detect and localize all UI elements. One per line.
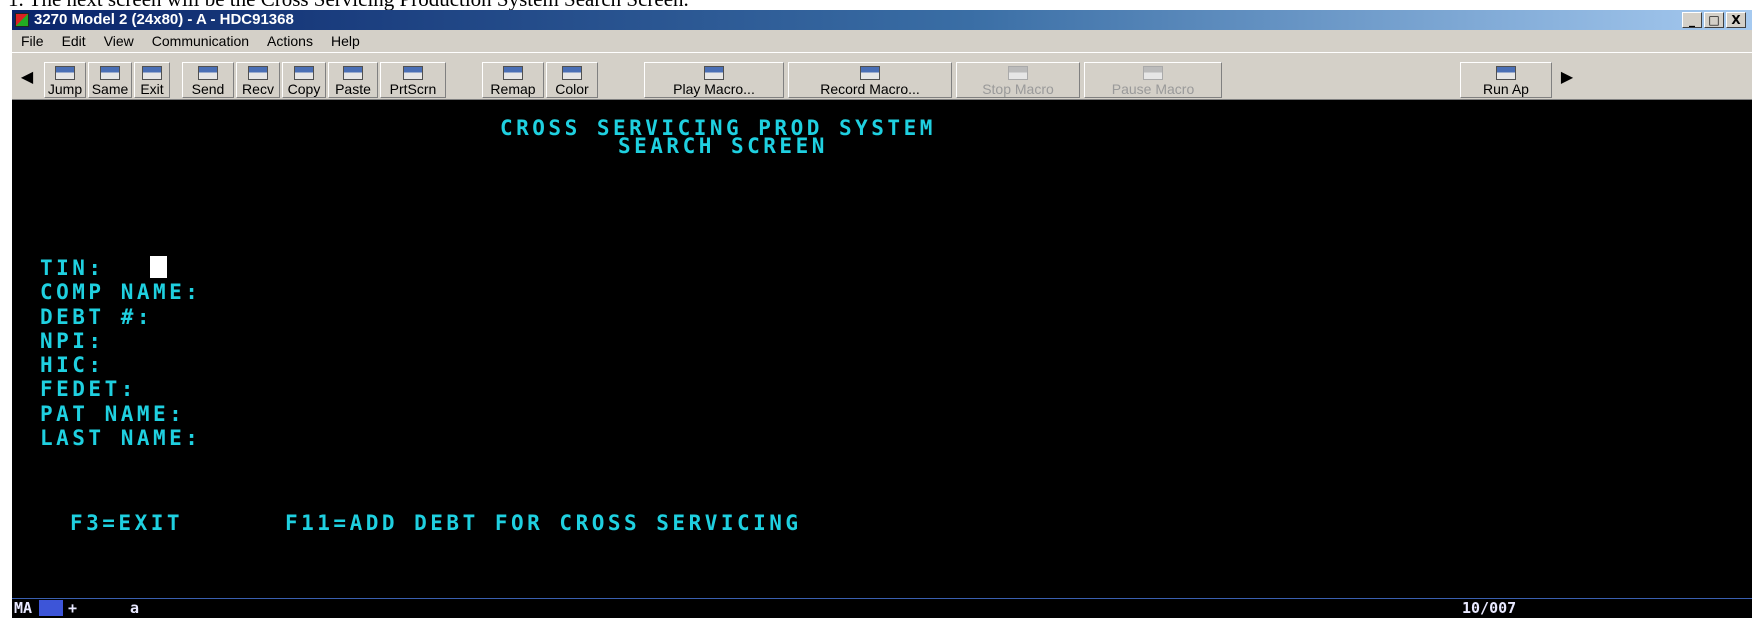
title-bar[interactable]: 3270 Model 2 (24x80) - A - HDC91368 _ □ … [12,10,1752,30]
copy-icon [294,66,314,80]
jump-icon [55,66,75,80]
send-icon [198,66,218,80]
receive-label: Recv [242,81,274,97]
field-label-npi: NPI: [40,329,105,353]
stop-macro-label: Stop Macro [982,81,1054,97]
print-screen-button[interactable]: PrtScrn [380,62,446,98]
field-label-fedet: FEDET: [40,377,137,401]
paste-button[interactable]: Paste [328,62,378,98]
stop-macro-icon [1008,66,1028,80]
pf-key-add-debt: F11=ADD DEBT FOR CROSS SERVICING [285,511,802,535]
copy-button[interactable]: Copy [282,62,326,98]
menu-view[interactable]: View [95,30,143,52]
menu-actions[interactable]: Actions [258,30,322,52]
play-macro-button[interactable]: Play Macro... [644,62,784,98]
send-label: Send [191,81,225,97]
minimize-button[interactable]: _ [1682,12,1702,28]
jump-button[interactable]: Jump [44,62,86,98]
terminal-screen[interactable]: CROSS SERVICING PROD SYSTEM SEARCH SCREE… [12,100,1752,598]
field-label-debt-number: DEBT #: [40,305,154,329]
status-highlight [39,600,63,616]
receive-icon [248,66,268,80]
menu-communication[interactable]: Communication [143,30,258,52]
record-macro-button[interactable]: Record Macro... [788,62,952,98]
paste-icon [343,66,363,80]
menu-help[interactable]: Help [322,30,369,52]
field-label-pat-name: PAT NAME: [40,402,186,426]
same-button[interactable]: Same [88,62,132,98]
copy-label: Copy [287,81,321,97]
remap-icon [503,66,523,80]
color-label: Color [555,81,589,97]
jump-label: Jump [47,81,83,97]
app-icon [15,13,29,27]
status-indicator: + [68,599,78,617]
menu-bar: File Edit View Communication Actions Hel… [12,30,1752,52]
status-session: a [130,599,140,617]
operator-info-area: MA + a 10/007 [12,598,1752,618]
field-label-tin: TIN: [40,256,105,280]
close-button[interactable]: X [1726,12,1746,28]
send-button[interactable]: Send [182,62,234,98]
color-icon [562,66,582,80]
print-screen-label: PrtScrn [389,81,437,97]
pause-macro-button[interactable]: Pause Macro [1084,62,1222,98]
menu-file[interactable]: File [12,30,53,52]
exit-label: Exit [140,81,164,97]
pause-macro-icon [1143,66,1163,80]
toolbar: ◀ Jump Same Exit Send Recv Copy Paste Pr… [12,52,1752,100]
menu-edit[interactable]: Edit [53,30,95,52]
maximize-button[interactable]: □ [1704,12,1724,28]
emulator-window: 3270 Model 2 (24x80) - A - HDC91368 _ □ … [12,10,1752,618]
exit-button[interactable]: Exit [134,62,170,98]
play-macro-icon [704,66,724,80]
receive-button[interactable]: Recv [236,62,280,98]
record-macro-icon [860,66,880,80]
window-controls: _ □ X [1682,12,1746,28]
pause-macro-label: Pause Macro [1111,81,1195,97]
run-app-label: Run Ap [1483,81,1529,97]
field-label-last-name: LAST NAME: [40,426,202,450]
stop-macro-button[interactable]: Stop Macro [956,62,1080,98]
run-app-button[interactable]: Run Ap [1460,62,1552,98]
field-label-hic: HIC: [40,353,105,377]
run-app-icon [1496,66,1516,80]
paste-label: Paste [335,81,371,97]
toolbar-scroll-right-icon[interactable]: ▶ [1554,59,1580,95]
record-macro-label: Record Macro... [820,81,920,97]
color-button[interactable]: Color [546,62,598,98]
window-title: 3270 Model 2 (24x80) - A - HDC91368 [34,11,294,28]
play-macro-label: Play Macro... [673,81,755,97]
screen-header-subtitle: SEARCH SCREEN [618,134,828,158]
text-cursor[interactable] [150,256,167,278]
pf-key-exit: F3=EXIT [70,511,184,535]
field-label-comp-name: COMP NAME: [40,280,202,304]
exit-icon [142,66,162,80]
status-mode: MA [14,599,33,617]
same-label: Same [91,81,129,97]
remap-label: Remap [490,81,536,97]
toolbar-scroll-left-icon[interactable]: ◀ [14,59,40,95]
status-cursor-position: 10/007 [1462,599,1517,617]
same-icon [100,66,120,80]
remap-button[interactable]: Remap [482,62,544,98]
print-screen-icon [403,66,423,80]
document-caption: 1. The next screen will be the Cross Ser… [8,0,1108,10]
